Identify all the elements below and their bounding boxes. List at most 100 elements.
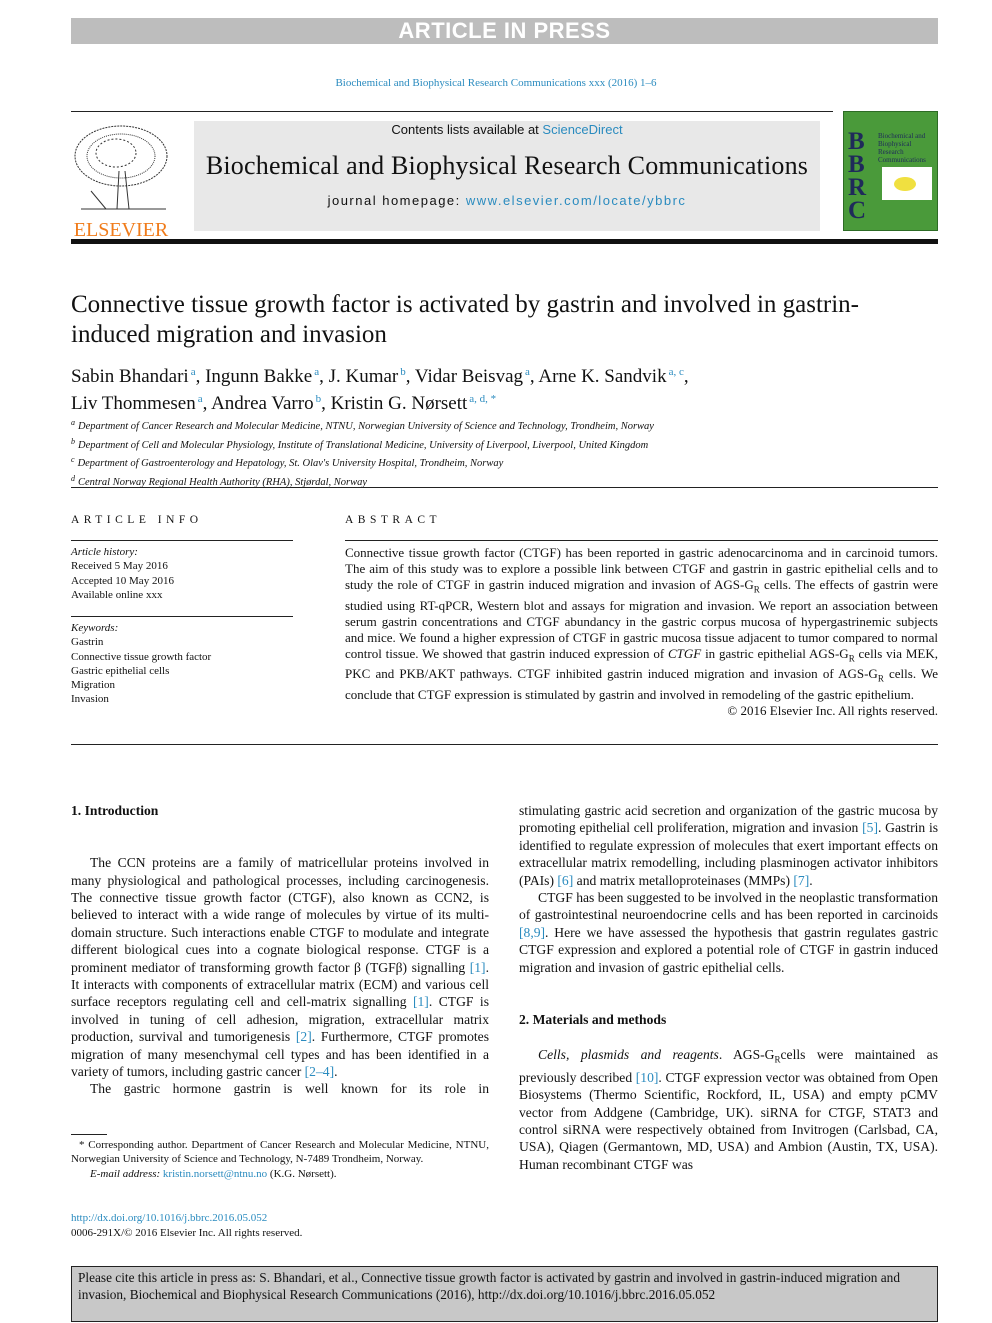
author-affiliation-marker[interactable]: a [525,366,530,378]
issn-copyright: 0006-291X/© 2016 Elsevier Inc. All right… [71,1227,303,1239]
journal-title: Biochemical and Biophysical Research Com… [205,151,809,180]
section-heading-introduction: 1. Introduction [71,803,159,818]
footnote: * Corresponding author. Department of Ca… [71,1138,489,1181]
cover-title: Biochemical and Biophysical Research Com… [878,132,926,164]
divider [71,1134,107,1135]
divider [71,487,938,488]
cover-letter: B [848,151,865,178]
affiliation-key: d [71,473,75,483]
citation-link[interactable]: [1] [413,994,429,1009]
author-name: Arne K. Sandvik [538,366,667,387]
paragraph: The CCN proteins are a family of matrice… [71,854,489,1080]
journal-banner: Contents lists available at ScienceDirec… [194,121,820,231]
affiliation-text: Department of Cancer Research and Molecu… [78,421,654,432]
citation-link[interactable]: [7] [793,873,809,888]
right-column: stimulating gastric acid secretion and o… [519,802,938,1173]
citation-box: Please cite this article in press as: S.… [71,1266,938,1322]
keyword: Gastric epithelial cells [71,664,170,677]
sciencedirect-link[interactable]: ScienceDirect [542,122,622,137]
text: . [809,872,813,888]
keyword: Connective tissue growth factor [71,650,212,663]
contents-prefix: Contents lists available at [391,122,543,137]
author-name: Vidar Beisvag [414,366,524,387]
citation-link[interactable]: [2] [296,1029,312,1044]
affiliation: b Department of Cell and Molecular Physio… [71,435,931,454]
text: . [334,1064,338,1080]
abstract-body: Connective tissue growth factor (CTGF) h… [345,545,938,719]
author-name: Liv Thommesen [71,393,196,414]
doi-block: http://dx.doi.org/10.1016/j.bbrc.2016.05… [71,1211,302,1241]
citation-link[interactable]: [6] [557,873,573,888]
text: . AGS-G [718,1046,775,1062]
article-in-press-banner: ARTICLE IN PRESS [71,18,938,44]
journal-homepage-link[interactable]: www.elsevier.com/locate/ybbrc [466,193,687,208]
online-date: Available online xxx [71,588,163,601]
affiliation-text: Department of Gastroenterology and Hepat… [77,458,504,469]
divider [71,744,938,745]
text: in gastric epithelial AGS-G [701,645,849,661]
journal-cover: B B R C Biochemical and Biophysical Rese… [843,111,938,231]
author-list: Sabin Bhandari a, Ingunn Bakke a, J. Kumar… [71,366,689,414]
paragraph: The gastric hormone gastrin is well know… [71,1080,489,1097]
received-date: Received 5 May 2016 [71,560,168,573]
text: CTGF has been suggested to be involved i… [519,890,938,923]
cover-letter: R [848,174,867,201]
author-affiliation-marker[interactable]: a, c [669,366,684,378]
text: and matrix metalloproteinases (MMPs) [573,872,794,888]
author-affiliation-marker[interactable]: a [198,393,203,405]
copyright: © 2016 Elsevier Inc. All rights reserved… [727,702,938,718]
keywords: Keywords: Gastrin Connective tissue growt… [71,621,293,707]
affiliation-key: a [71,418,75,427]
cover-image [882,167,932,200]
author-name: Sabin Bhandari [71,366,189,387]
keyword: Gastrin [71,636,104,649]
text: . CTGF expression vector was obtained fr… [519,1069,938,1172]
italic-text: Cells, plasmids and reagents [538,1046,719,1062]
author-affiliation-marker[interactable]: a [191,366,196,378]
affiliation: c Department of Gastroenterology and Hepa… [71,453,931,472]
cover-letter: C [848,197,867,224]
journal-reference-link[interactable]: Biochemical and Biophysical Research Com… [0,77,992,89]
author-name: Kristin G. Nørsett [330,393,468,414]
keywords-label: Keywords: [71,622,119,634]
divider [71,616,293,617]
history-label: Article history: [71,546,138,558]
affiliations: a Department of Cancer Research and Molec… [71,416,931,490]
keyword: Migration [71,679,115,692]
citation-link[interactable]: [5] [862,820,878,835]
text: The gastric hormone gastrin is well know… [90,1081,489,1097]
email-link[interactable]: kristin.norsett@ntnu.no [163,1168,267,1180]
author-affiliation-marker[interactable]: b [400,366,406,378]
affiliation-text: Department of Cell and Molecular Physiol… [78,439,649,451]
author-affiliation-marker[interactable]: a, d, * [469,393,496,405]
homepage-prefix: journal homepage: [327,193,466,208]
doi-link[interactable]: http://dx.doi.org/10.1016/j.bbrc.2016.05… [71,1212,267,1224]
paragraph: Cells, plasmids and reagents. AGS-GRcell… [519,1046,938,1174]
accepted-date: Accepted 10 May 2016 [71,574,174,587]
article-title: Connective tissue growth factor is activ… [71,291,860,348]
text: The CCN proteins are a family of matrice… [71,855,489,975]
article-history: Article history: Received 5 May 2016 Acc… [71,545,293,602]
elsevier-wordmark: ELSEVIER [73,219,169,241]
paragraph: CTGF has been suggested to be involved i… [519,889,938,976]
divider [71,540,293,541]
divider [345,540,938,541]
author-name: Andrea Varro [211,393,314,414]
author-affiliation-marker[interactable]: b [316,393,322,405]
text: . Here we have assessed the hypothesis t… [519,924,938,975]
email-label: E-mail address: [90,1167,163,1180]
citation-link[interactable]: [2–4] [305,1064,334,1079]
left-column: 1. Introduction The CCN proteins are a f… [71,802,489,1098]
affiliation-key: c [71,455,75,464]
email-suffix: (K.G. Nørsett). [267,1167,337,1180]
paragraph: stimulating gastric acid secretion and o… [519,802,938,889]
divider [71,239,938,244]
citation-link[interactable]: [1] [470,960,486,975]
elsevier-tree-icon [71,121,171,216]
cover-letter: B [848,128,865,155]
citation-link[interactable]: [10] [636,1070,659,1085]
abstract-heading: ABSTRACT [345,514,442,526]
author-affiliation-marker[interactable]: a [314,366,319,378]
corresponding-author-note: * Corresponding author. Department of Ca… [71,1139,489,1166]
citation-link[interactable]: [8,9] [519,925,545,940]
